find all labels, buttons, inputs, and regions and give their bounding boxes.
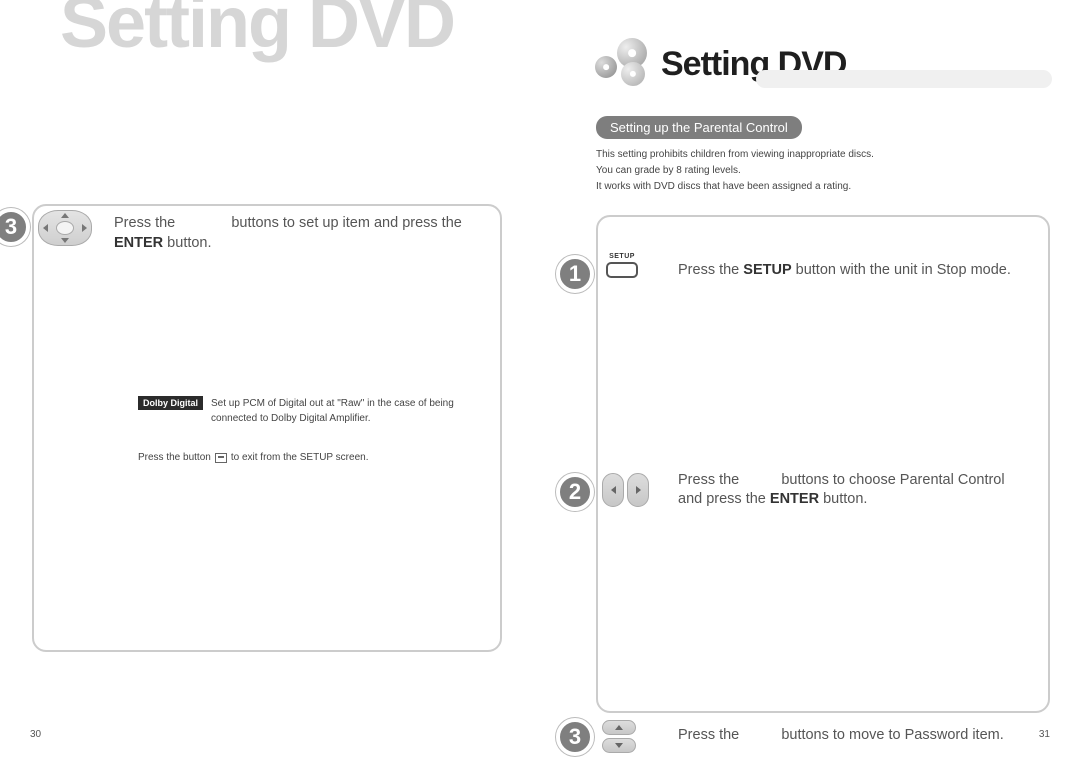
dolby-text: Set up PCM of Digital out at "Raw" in th… bbox=[211, 396, 460, 426]
subsection-pill: Setting up the Parental Control bbox=[596, 116, 802, 139]
step-badge-3-left: 3 bbox=[0, 208, 30, 246]
step1-text: Press the SETUP button with the unit in … bbox=[678, 253, 1030, 281]
dolby-digital-tag: Dolby Digital bbox=[138, 396, 203, 410]
setup-button-icon: SETUP bbox=[602, 253, 642, 278]
subsection-intro: Setting up the Parental Control This set… bbox=[596, 116, 1050, 195]
left-instruction-card: 3 Press the buttons to set up item and p… bbox=[32, 204, 502, 652]
page-left: Setting DVD 3 Press the buttons to set u… bbox=[0, 0, 540, 765]
header-rule bbox=[756, 70, 1052, 88]
step-badge-1: 1 bbox=[556, 255, 594, 293]
exit-instruction: Press the button to exit from the SETUP … bbox=[138, 452, 460, 463]
subsection-description: This setting prohibits children from vie… bbox=[596, 147, 1050, 195]
up-down-buttons-icon bbox=[602, 720, 636, 753]
step-badge-2: 2 bbox=[556, 473, 594, 511]
watermark-title: Setting DVD bbox=[60, 0, 454, 64]
nav-pad-icon bbox=[38, 210, 92, 246]
page-number-right: 31 bbox=[1039, 729, 1050, 740]
step3-text: Press the buttons to move to Password it… bbox=[678, 720, 1030, 746]
setup-exit-icon bbox=[215, 453, 227, 463]
manual-spread: Setting DVD 3 Press the buttons to set u… bbox=[0, 0, 1080, 765]
step-badge-3: 3 bbox=[556, 718, 594, 756]
step-number: 2 bbox=[569, 479, 581, 505]
step-number: 3 bbox=[569, 724, 581, 750]
right-instruction-card: 1 SETUP Press the SETUP button with the … bbox=[596, 215, 1050, 713]
dolby-info: Dolby Digital Set up PCM of Digital out … bbox=[138, 396, 460, 463]
step-number: 1 bbox=[569, 261, 581, 287]
dvd-discs-icon bbox=[595, 38, 653, 90]
step-number: 3 bbox=[5, 214, 17, 240]
left-right-buttons-icon bbox=[602, 473, 649, 507]
step2-text: Press the buttons to choose Parental Con… bbox=[678, 471, 1030, 510]
page-number-left: 30 bbox=[30, 729, 41, 740]
page-right: Setting DVD Setting up the Parental Cont… bbox=[540, 0, 1080, 765]
step3-left-text: Press the buttons to set up item and pre… bbox=[114, 214, 482, 253]
